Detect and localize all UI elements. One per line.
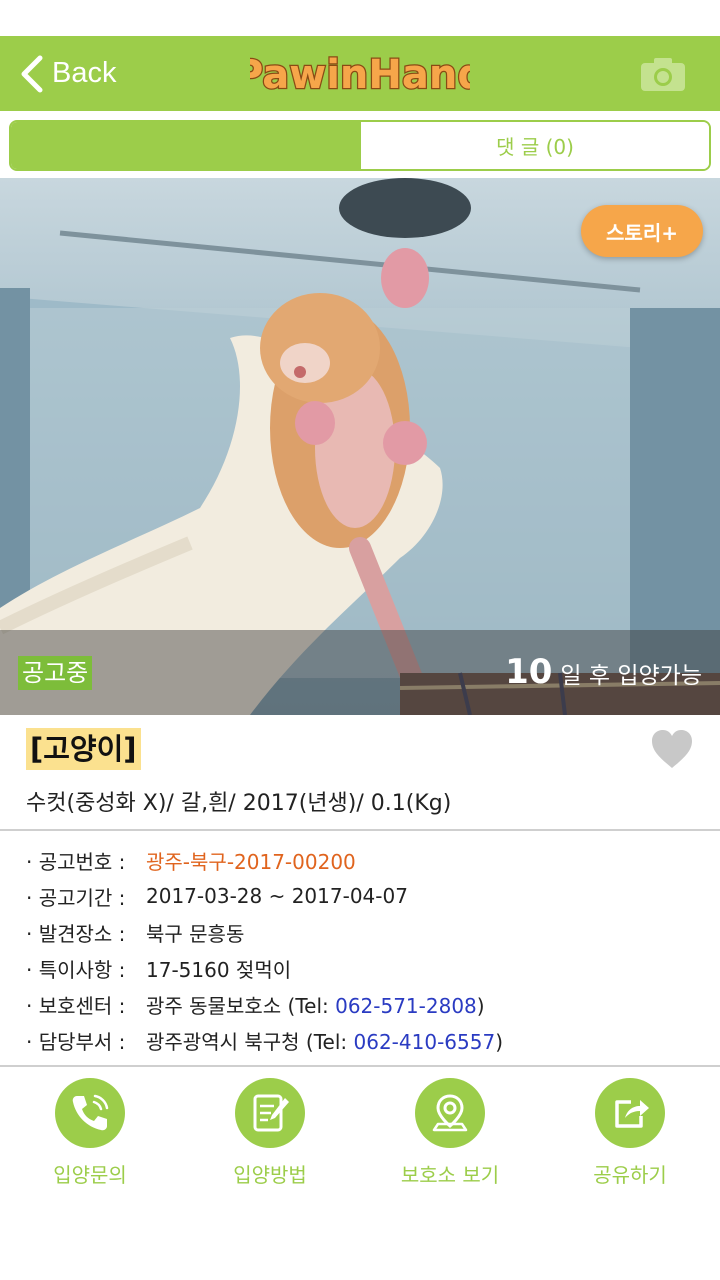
- detail-row-notice-period: · 공고기간 : 2017-03-28 ~ 2017-04-07: [26, 878, 706, 914]
- story-button[interactable]: 스토리+: [581, 205, 703, 257]
- detail-row-special-notes: · 특이사항 : 17-5160 젖먹이: [26, 950, 706, 986]
- action-bar: 입양문의 입양방법 보호소 보기 공유하기: [0, 1078, 720, 1190]
- detail-row-department: · 담당부서 : 광주광역시 북구청 (Tel: 062-410-6557): [26, 1022, 706, 1058]
- view-shelter-button[interactable]: 보호소 보기: [360, 1078, 540, 1190]
- action-label: 공유하기: [593, 1163, 667, 1187]
- shelter-phone-link[interactable]: 062-571-2808: [335, 994, 477, 1018]
- detail-label: · 공고기간 :: [26, 885, 126, 910]
- days-text: 일 후 입양가능: [560, 663, 702, 689]
- department-name: 광주광역시 북구청 (Tel:: [146, 1029, 354, 1054]
- found-place-value: 북구 문흥동: [146, 921, 245, 946]
- shelter-suffix: ): [476, 993, 485, 1018]
- detail-label: · 보호센터 :: [26, 993, 126, 1018]
- svg-text:PawinHand: PawinHand: [250, 52, 470, 98]
- shelter-value: 광주 동물보호소 (Tel: 062-571-2808): [146, 990, 485, 1019]
- action-label: 입양문의: [53, 1163, 127, 1187]
- camera-icon[interactable]: [638, 54, 688, 94]
- back-button[interactable]: Back: [18, 36, 116, 111]
- tab-info[interactable]: [11, 122, 361, 169]
- tab-comments[interactable]: 댓 글 (0): [361, 122, 709, 169]
- back-label: Back: [52, 57, 117, 89]
- notepad-icon: [235, 1078, 305, 1148]
- divider: [0, 1065, 720, 1067]
- detail-label: · 발견장소 :: [26, 921, 126, 946]
- detail-row-shelter: · 보호센터 : 광주 동물보호소 (Tel: 062-571-2808): [26, 986, 706, 1022]
- shelter-name: 광주 동물보호소 (Tel:: [146, 993, 336, 1018]
- notice-details: · 공고번호 : 광주-북구-2017-00200 · 공고기간 : 2017-…: [26, 842, 706, 1058]
- detail-row-notice-number: · 공고번호 : 광주-북구-2017-00200: [26, 842, 706, 878]
- chevron-left-icon: [21, 55, 43, 92]
- special-notes-value: 17-5160 젖먹이: [146, 957, 292, 982]
- detail-row-found-place: · 발견장소 : 북구 문흥동: [26, 914, 706, 950]
- pet-summary: 수컷(중성화 X)/ 갈,흰/ 2017(년생)/ 0.1(Kg): [26, 791, 452, 816]
- share-button[interactable]: 공유하기: [540, 1078, 720, 1190]
- department-suffix: ): [495, 1029, 503, 1054]
- detail-label: · 특이사항 :: [26, 957, 126, 982]
- notice-status-badge: 공고중: [18, 656, 93, 690]
- nav-bar: Back PawinHand: [0, 36, 720, 111]
- adoption-countdown: 10 일 후 입양가능: [505, 652, 702, 692]
- notice-period-value: 2017-03-28 ~ 2017-04-07: [146, 884, 408, 908]
- department-value: 광주광역시 북구청 (Tel: 062-410-6557): [146, 1026, 503, 1055]
- adoption-inquiry-button[interactable]: 입양문의: [0, 1078, 180, 1190]
- action-label: 보호소 보기: [400, 1163, 500, 1187]
- action-label: 입양방법: [233, 1163, 307, 1187]
- days-number: 10: [505, 652, 553, 692]
- tab-bar: 댓 글 (0): [9, 120, 711, 171]
- detail-label: · 공고번호 :: [26, 849, 126, 874]
- heart-icon[interactable]: [650, 728, 694, 772]
- share-icon: [595, 1078, 665, 1148]
- phone-icon: [55, 1078, 125, 1148]
- detail-label: · 담당부서 :: [26, 1029, 126, 1054]
- notice-number-value: 광주-북구-2017-00200: [146, 849, 356, 874]
- app-logo: PawinHand: [250, 51, 470, 100]
- status-bar: [0, 0, 720, 36]
- map-pin-icon: [415, 1078, 485, 1148]
- pet-type-label: [고양이]: [26, 728, 141, 770]
- department-phone-link[interactable]: 062-410-6557: [354, 1030, 496, 1054]
- adoption-method-button[interactable]: 입양방법: [180, 1078, 360, 1190]
- divider: [0, 829, 720, 831]
